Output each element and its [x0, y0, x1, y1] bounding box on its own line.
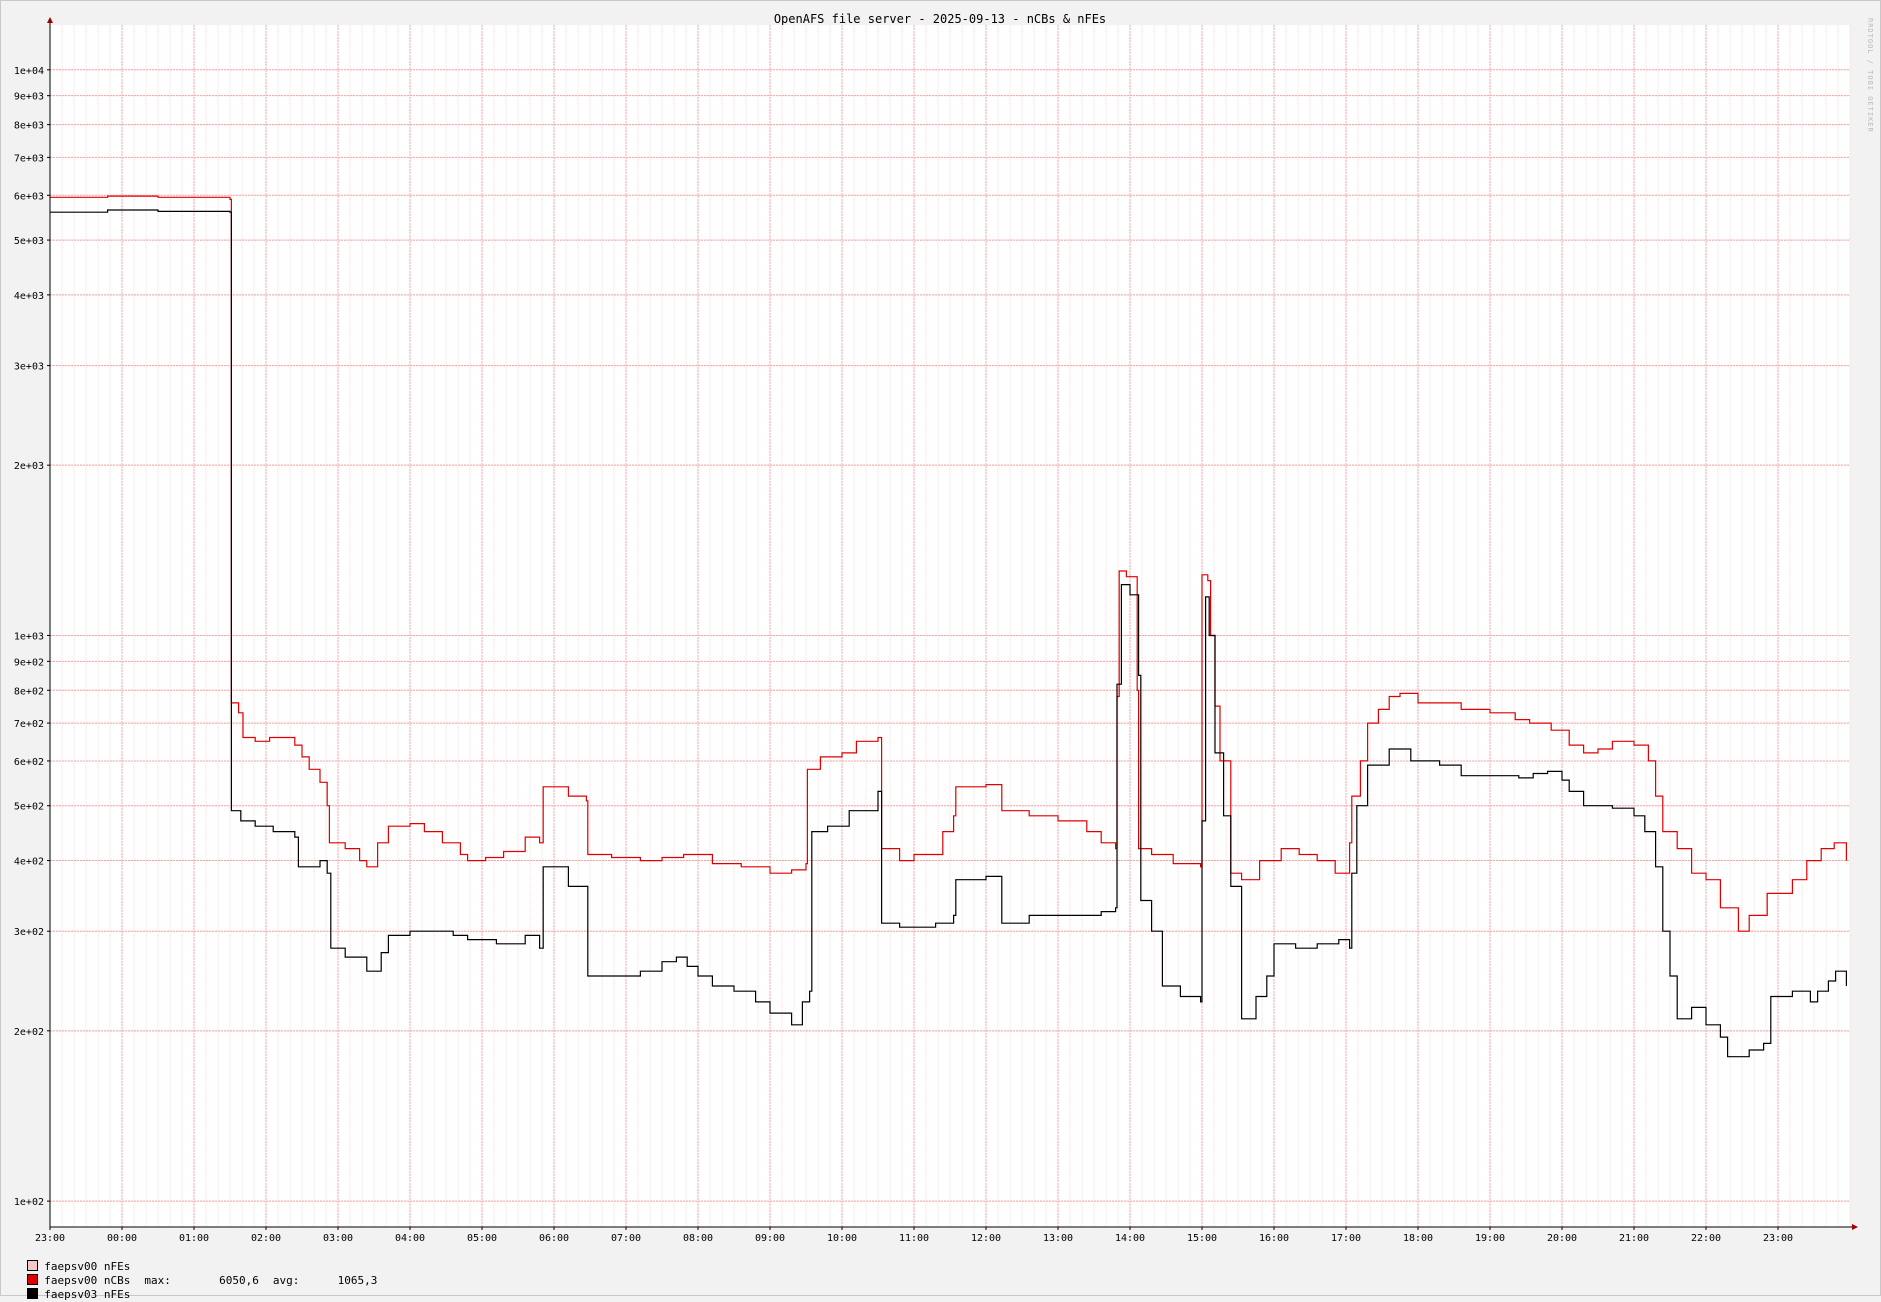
x-tick-label: 18:00: [1403, 1233, 1433, 1244]
y-tick-label: 6e+03: [14, 191, 44, 202]
legend-avg-value: 1065,3: [337, 1274, 378, 1287]
x-tick-label: 11:00: [899, 1233, 929, 1244]
x-tick-label: 22:00: [1691, 1233, 1721, 1244]
y-tick-label: 7e+02: [14, 719, 44, 730]
legend-avg-label: avg:: [272, 1274, 300, 1287]
y-tick-label: 5e+02: [14, 802, 44, 813]
x-tick-label: 00:00: [107, 1233, 137, 1244]
y-axis: 1e+02 2e+02 3e+02 4e+02 5e+02 6e+02 7e+02 8e+02…: [14, 66, 50, 1208]
x-tick-label: 17:00: [1331, 1233, 1361, 1244]
x-axis: 23:00 00:00 01:00 02:00 03:00 04:00 05:00 06:00…: [35, 1227, 1793, 1244]
x-tick-label: 15:00: [1187, 1233, 1217, 1244]
legend-item-0: faepsv00 nFEs: [14, 1246, 130, 1273]
x-tick-label: 02:00: [251, 1233, 281, 1244]
x-tick-label: 07:00: [611, 1233, 641, 1244]
x-tick-label: 10:00: [827, 1233, 857, 1244]
y-tick-label: 1e+03: [14, 631, 44, 642]
chart-svg: OpenAFS file server - 2025-09-13 - nCBs …: [14, 12, 1858, 1244]
x-tick-label: 09:00: [755, 1233, 785, 1244]
legend-item-1: faepsv00 nCBs max: 6050,6 avg: 1065,3: [14, 1260, 377, 1287]
x-tick-label: 08:00: [683, 1233, 713, 1244]
y-tick-label: 1e+02: [14, 1197, 44, 1208]
legend-item-2: faepsv03 nFEs: [14, 1274, 130, 1301]
y-tick-label: 3e+02: [14, 927, 44, 938]
x-tick-label: 23:00: [35, 1233, 65, 1244]
chart-title: OpenAFS file server - 2025-09-13 - nCBs …: [774, 12, 1106, 26]
x-tick-label: 21:00: [1619, 1233, 1649, 1244]
legend-max-value: 6050,6: [219, 1274, 259, 1287]
x-tick-label: 19:00: [1475, 1233, 1505, 1244]
y-tick-label: 2e+03: [14, 461, 44, 472]
x-tick-label: 14:00: [1115, 1233, 1145, 1244]
y-tick-label: 3e+03: [14, 362, 44, 373]
x-tick-label: 04:00: [395, 1233, 425, 1244]
x-tick-label: 16:00: [1259, 1233, 1289, 1244]
legend-swatch: [27, 1288, 39, 1299]
x-tick-label: 01:00: [179, 1233, 209, 1244]
legend-max-label: max:: [144, 1274, 171, 1287]
x-tick-label: 05:00: [467, 1233, 497, 1244]
y-tick-label: 2e+02: [14, 1027, 44, 1038]
y-tick-label: 9e+02: [14, 657, 44, 668]
x-tick-label: 03:00: [323, 1233, 353, 1244]
y-tick-label: 4e+02: [14, 857, 44, 868]
x-tick-label: 20:00: [1547, 1233, 1577, 1244]
y-tick-label: 8e+03: [14, 121, 44, 132]
x-tick-label: 12:00: [971, 1233, 1001, 1244]
y-tick-label: 4e+03: [14, 291, 44, 302]
y-tick-label: 1e+04: [14, 66, 44, 77]
watermark: RRDTOOL / TOBI OETIKER: [1866, 18, 1874, 133]
y-tick-label: 6e+02: [14, 757, 44, 768]
x-axis-arrow: [1852, 1224, 1858, 1230]
legend-label: faepsv03 nFEs: [44, 1288, 131, 1301]
y-tick-label: 8e+02: [14, 686, 44, 697]
y-axis-arrow: [47, 17, 53, 23]
y-tick-label: 5e+03: [14, 236, 44, 247]
x-tick-label: 13:00: [1043, 1233, 1073, 1244]
x-tick-label: 06:00: [539, 1233, 569, 1244]
y-tick-label: 7e+03: [14, 153, 44, 164]
y-tick-label: 9e+03: [14, 92, 44, 103]
x-tick-label: 23:00: [1763, 1233, 1793, 1244]
